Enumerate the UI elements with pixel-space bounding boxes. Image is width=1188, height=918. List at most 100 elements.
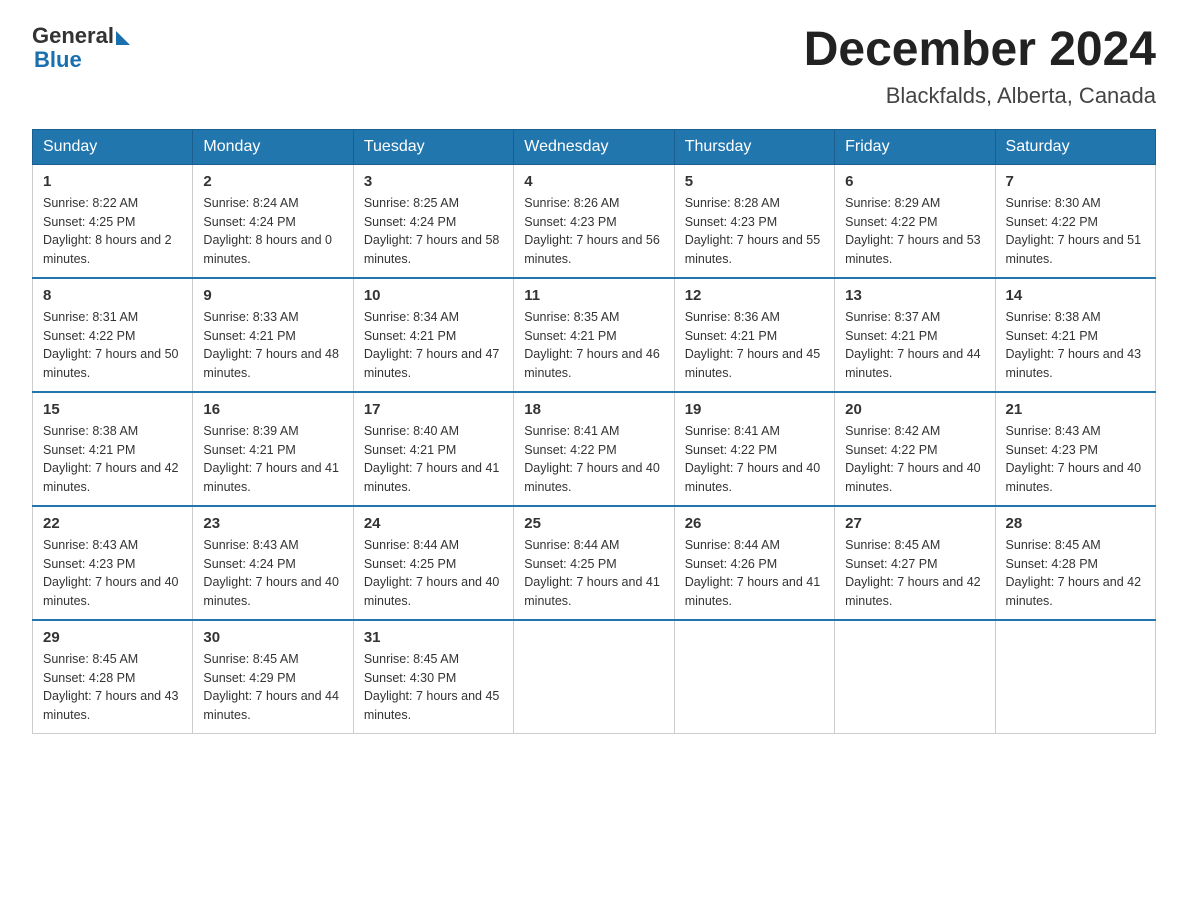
calendar-day-header: Saturday bbox=[995, 129, 1155, 164]
day-info: Sunrise: 8:45 AMSunset: 4:27 PMDaylight:… bbox=[845, 538, 981, 608]
calendar-day-header: Friday bbox=[835, 129, 995, 164]
day-info: Sunrise: 8:33 AMSunset: 4:21 PMDaylight:… bbox=[203, 310, 339, 380]
day-number: 27 bbox=[845, 515, 984, 532]
day-number: 5 bbox=[685, 173, 824, 190]
day-number: 10 bbox=[364, 287, 503, 304]
day-info: Sunrise: 8:43 AMSunset: 4:23 PMDaylight:… bbox=[1006, 424, 1142, 494]
calendar-cell: 7 Sunrise: 8:30 AMSunset: 4:22 PMDayligh… bbox=[995, 164, 1155, 278]
calendar-header-row: SundayMondayTuesdayWednesdayThursdayFrid… bbox=[33, 129, 1156, 164]
calendar-cell: 9 Sunrise: 8:33 AMSunset: 4:21 PMDayligh… bbox=[193, 278, 353, 392]
day-info: Sunrise: 8:42 AMSunset: 4:22 PMDaylight:… bbox=[845, 424, 981, 494]
calendar-cell: 1 Sunrise: 8:22 AMSunset: 4:25 PMDayligh… bbox=[33, 164, 193, 278]
day-info: Sunrise: 8:25 AMSunset: 4:24 PMDaylight:… bbox=[364, 196, 500, 266]
calendar-cell: 12 Sunrise: 8:36 AMSunset: 4:21 PMDaylig… bbox=[674, 278, 834, 392]
calendar-day-header: Tuesday bbox=[353, 129, 513, 164]
day-number: 14 bbox=[1006, 287, 1145, 304]
day-info: Sunrise: 8:45 AMSunset: 4:28 PMDaylight:… bbox=[43, 652, 179, 722]
calendar-cell: 20 Sunrise: 8:42 AMSunset: 4:22 PMDaylig… bbox=[835, 392, 995, 506]
day-number: 6 bbox=[845, 173, 984, 190]
logo-text-general: General bbox=[32, 24, 114, 48]
day-number: 20 bbox=[845, 401, 984, 418]
day-number: 30 bbox=[203, 629, 342, 646]
calendar-cell: 21 Sunrise: 8:43 AMSunset: 4:23 PMDaylig… bbox=[995, 392, 1155, 506]
day-info: Sunrise: 8:39 AMSunset: 4:21 PMDaylight:… bbox=[203, 424, 339, 494]
calendar-week-row: 22 Sunrise: 8:43 AMSunset: 4:23 PMDaylig… bbox=[33, 506, 1156, 620]
calendar-cell: 19 Sunrise: 8:41 AMSunset: 4:22 PMDaylig… bbox=[674, 392, 834, 506]
day-number: 29 bbox=[43, 629, 182, 646]
calendar-cell: 22 Sunrise: 8:43 AMSunset: 4:23 PMDaylig… bbox=[33, 506, 193, 620]
calendar-day-header: Sunday bbox=[33, 129, 193, 164]
logo-triangle-icon bbox=[116, 31, 130, 45]
day-number: 31 bbox=[364, 629, 503, 646]
day-info: Sunrise: 8:45 AMSunset: 4:30 PMDaylight:… bbox=[364, 652, 500, 722]
calendar-cell bbox=[995, 620, 1155, 734]
day-info: Sunrise: 8:36 AMSunset: 4:21 PMDaylight:… bbox=[685, 310, 821, 380]
calendar-week-row: 1 Sunrise: 8:22 AMSunset: 4:25 PMDayligh… bbox=[33, 164, 1156, 278]
calendar-cell: 13 Sunrise: 8:37 AMSunset: 4:21 PMDaylig… bbox=[835, 278, 995, 392]
calendar-subtitle: Blackfalds, Alberta, Canada bbox=[804, 83, 1156, 109]
day-info: Sunrise: 8:26 AMSunset: 4:23 PMDaylight:… bbox=[524, 196, 660, 266]
calendar-cell: 28 Sunrise: 8:45 AMSunset: 4:28 PMDaylig… bbox=[995, 506, 1155, 620]
calendar-cell: 29 Sunrise: 8:45 AMSunset: 4:28 PMDaylig… bbox=[33, 620, 193, 734]
calendar-day-header: Thursday bbox=[674, 129, 834, 164]
calendar-cell bbox=[835, 620, 995, 734]
calendar-title: December 2024 bbox=[804, 24, 1156, 77]
calendar-cell: 30 Sunrise: 8:45 AMSunset: 4:29 PMDaylig… bbox=[193, 620, 353, 734]
day-info: Sunrise: 8:35 AMSunset: 4:21 PMDaylight:… bbox=[524, 310, 660, 380]
day-number: 7 bbox=[1006, 173, 1145, 190]
calendar-week-row: 29 Sunrise: 8:45 AMSunset: 4:28 PMDaylig… bbox=[33, 620, 1156, 734]
calendar-cell: 6 Sunrise: 8:29 AMSunset: 4:22 PMDayligh… bbox=[835, 164, 995, 278]
logo-text-blue: Blue bbox=[34, 48, 130, 72]
calendar-day-header: Monday bbox=[193, 129, 353, 164]
day-number: 23 bbox=[203, 515, 342, 532]
day-number: 18 bbox=[524, 401, 663, 418]
calendar-week-row: 8 Sunrise: 8:31 AMSunset: 4:22 PMDayligh… bbox=[33, 278, 1156, 392]
day-info: Sunrise: 8:38 AMSunset: 4:21 PMDaylight:… bbox=[1006, 310, 1142, 380]
calendar-cell bbox=[514, 620, 674, 734]
logo: General Blue bbox=[32, 24, 130, 72]
day-number: 8 bbox=[43, 287, 182, 304]
calendar-cell: 24 Sunrise: 8:44 AMSunset: 4:25 PMDaylig… bbox=[353, 506, 513, 620]
day-info: Sunrise: 8:44 AMSunset: 4:26 PMDaylight:… bbox=[685, 538, 821, 608]
day-info: Sunrise: 8:43 AMSunset: 4:23 PMDaylight:… bbox=[43, 538, 179, 608]
day-number: 22 bbox=[43, 515, 182, 532]
day-number: 11 bbox=[524, 287, 663, 304]
calendar-cell: 15 Sunrise: 8:38 AMSunset: 4:21 PMDaylig… bbox=[33, 392, 193, 506]
day-info: Sunrise: 8:43 AMSunset: 4:24 PMDaylight:… bbox=[203, 538, 339, 608]
calendar-cell: 8 Sunrise: 8:31 AMSunset: 4:22 PMDayligh… bbox=[33, 278, 193, 392]
day-number: 12 bbox=[685, 287, 824, 304]
calendar-cell: 25 Sunrise: 8:44 AMSunset: 4:25 PMDaylig… bbox=[514, 506, 674, 620]
calendar-week-row: 15 Sunrise: 8:38 AMSunset: 4:21 PMDaylig… bbox=[33, 392, 1156, 506]
day-info: Sunrise: 8:29 AMSunset: 4:22 PMDaylight:… bbox=[845, 196, 981, 266]
day-info: Sunrise: 8:31 AMSunset: 4:22 PMDaylight:… bbox=[43, 310, 179, 380]
day-number: 1 bbox=[43, 173, 182, 190]
day-info: Sunrise: 8:30 AMSunset: 4:22 PMDaylight:… bbox=[1006, 196, 1142, 266]
day-number: 15 bbox=[43, 401, 182, 418]
day-number: 2 bbox=[203, 173, 342, 190]
day-number: 26 bbox=[685, 515, 824, 532]
day-number: 13 bbox=[845, 287, 984, 304]
day-info: Sunrise: 8:37 AMSunset: 4:21 PMDaylight:… bbox=[845, 310, 981, 380]
day-info: Sunrise: 8:44 AMSunset: 4:25 PMDaylight:… bbox=[364, 538, 500, 608]
day-info: Sunrise: 8:44 AMSunset: 4:25 PMDaylight:… bbox=[524, 538, 660, 608]
calendar-day-header: Wednesday bbox=[514, 129, 674, 164]
calendar-cell: 17 Sunrise: 8:40 AMSunset: 4:21 PMDaylig… bbox=[353, 392, 513, 506]
calendar-cell: 16 Sunrise: 8:39 AMSunset: 4:21 PMDaylig… bbox=[193, 392, 353, 506]
day-number: 25 bbox=[524, 515, 663, 532]
calendar-cell: 4 Sunrise: 8:26 AMSunset: 4:23 PMDayligh… bbox=[514, 164, 674, 278]
calendar-table: SundayMondayTuesdayWednesdayThursdayFrid… bbox=[32, 129, 1156, 734]
day-info: Sunrise: 8:24 AMSunset: 4:24 PMDaylight:… bbox=[203, 196, 332, 266]
day-number: 9 bbox=[203, 287, 342, 304]
day-number: 16 bbox=[203, 401, 342, 418]
calendar-cell: 27 Sunrise: 8:45 AMSunset: 4:27 PMDaylig… bbox=[835, 506, 995, 620]
calendar-cell: 18 Sunrise: 8:41 AMSunset: 4:22 PMDaylig… bbox=[514, 392, 674, 506]
day-info: Sunrise: 8:34 AMSunset: 4:21 PMDaylight:… bbox=[364, 310, 500, 380]
day-number: 24 bbox=[364, 515, 503, 532]
calendar-cell bbox=[674, 620, 834, 734]
page-header: General Blue December 2024 Blackfalds, A… bbox=[32, 24, 1156, 109]
day-info: Sunrise: 8:40 AMSunset: 4:21 PMDaylight:… bbox=[364, 424, 500, 494]
day-info: Sunrise: 8:45 AMSunset: 4:29 PMDaylight:… bbox=[203, 652, 339, 722]
day-number: 21 bbox=[1006, 401, 1145, 418]
day-number: 4 bbox=[524, 173, 663, 190]
day-info: Sunrise: 8:41 AMSunset: 4:22 PMDaylight:… bbox=[685, 424, 821, 494]
